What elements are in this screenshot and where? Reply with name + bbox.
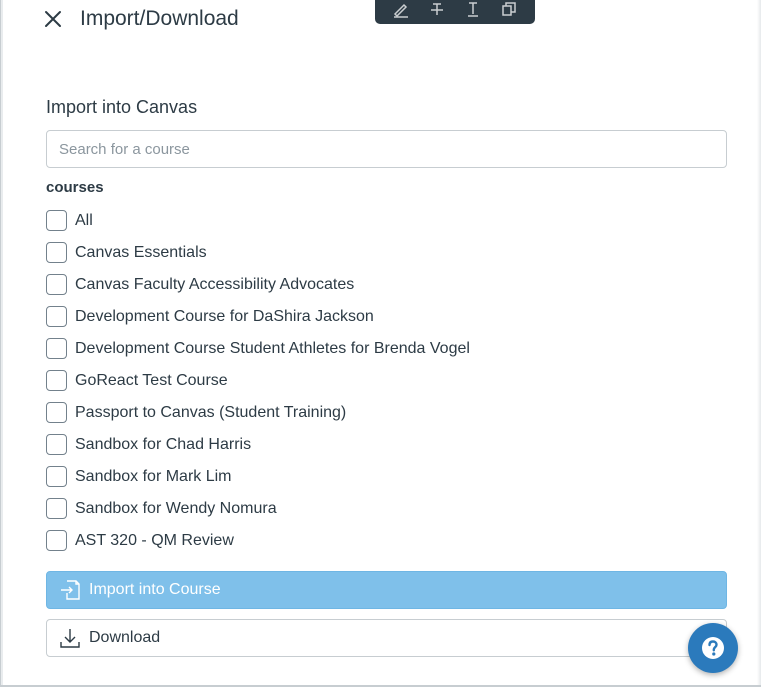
checkbox[interactable] <box>46 497 67 519</box>
course-label: Development Course for DaShira Jackson <box>75 308 374 325</box>
checkbox[interactable] <box>46 241 67 263</box>
checkbox[interactable] <box>46 465 67 487</box>
strikethrough-icon[interactable] <box>426 0 448 20</box>
tray-left-border <box>0 0 3 687</box>
tray-right-border <box>757 0 761 687</box>
help-question-icon <box>702 637 724 659</box>
course-label: Development Course Student Athletes for … <box>75 340 470 357</box>
course-label: All <box>75 212 93 229</box>
course-option[interactable]: Canvas Essentials <box>46 237 736 269</box>
close-icon <box>45 11 61 27</box>
course-option[interactable]: GoReact Test Course <box>46 365 736 397</box>
tray-title: Import/Download <box>80 7 239 30</box>
checkbox[interactable] <box>46 337 67 359</box>
import-button-label: Import into Course <box>89 581 221 598</box>
course-label: Passport to Canvas (Student Training) <box>75 404 347 421</box>
checkbox[interactable] <box>46 209 67 231</box>
course-label: Canvas Faculty Accessibility Advocates <box>75 276 355 293</box>
course-label: GoReact Test Course <box>75 372 228 389</box>
download-icon <box>60 629 80 648</box>
copy-icon[interactable] <box>498 0 520 20</box>
highlight-pen-icon[interactable] <box>390 0 412 20</box>
checkbox[interactable] <box>46 433 67 455</box>
text-selection-toolbar <box>375 0 535 24</box>
checkbox[interactable] <box>46 305 67 327</box>
import-section-title: Import into Canvas <box>46 97 198 117</box>
course-search-input[interactable] <box>46 130 727 168</box>
course-label: AST 320 - QM Review <box>75 532 234 549</box>
course-checkbox-list: All Canvas Essentials Canvas Faculty Acc… <box>46 205 736 557</box>
course-label: Sandbox for Chad Harris <box>75 436 252 453</box>
import-icon <box>61 580 80 600</box>
checkbox[interactable] <box>46 401 67 423</box>
help-button[interactable] <box>688 623 738 673</box>
course-option[interactable]: AST 320 - QM Review <box>46 525 736 557</box>
download-button[interactable]: Download <box>46 619 727 657</box>
download-button-label: Download <box>89 629 161 646</box>
import-into-course-button[interactable]: Import into Course <box>46 571 727 609</box>
course-option[interactable]: Sandbox for Chad Harris <box>46 429 736 461</box>
course-label: Canvas Essentials <box>75 244 207 261</box>
checkbox[interactable] <box>46 529 67 551</box>
course-option[interactable]: Development Course for DaShira Jackson <box>46 301 736 333</box>
course-option[interactable]: Sandbox for Mark Lim <box>46 461 736 493</box>
checkbox[interactable] <box>46 273 67 295</box>
course-option[interactable]: Canvas Faculty Accessibility Advocates <box>46 269 736 301</box>
text-cursor-icon[interactable] <box>462 0 484 20</box>
course-option-all[interactable]: All <box>46 205 736 237</box>
close-button[interactable] <box>41 7 65 31</box>
course-option[interactable]: Sandbox for Wendy Nomura <box>46 493 736 525</box>
course-option[interactable]: Development Course Student Athletes for … <box>46 333 736 365</box>
courses-group-label: courses <box>46 179 104 196</box>
course-option[interactable]: Passport to Canvas (Student Training) <box>46 397 736 429</box>
checkbox[interactable] <box>46 369 67 391</box>
course-label: Sandbox for Wendy Nomura <box>75 500 277 517</box>
course-label: Sandbox for Mark Lim <box>75 468 232 485</box>
import-download-tray: Import/Download Import into Canvas Searc… <box>0 0 761 687</box>
